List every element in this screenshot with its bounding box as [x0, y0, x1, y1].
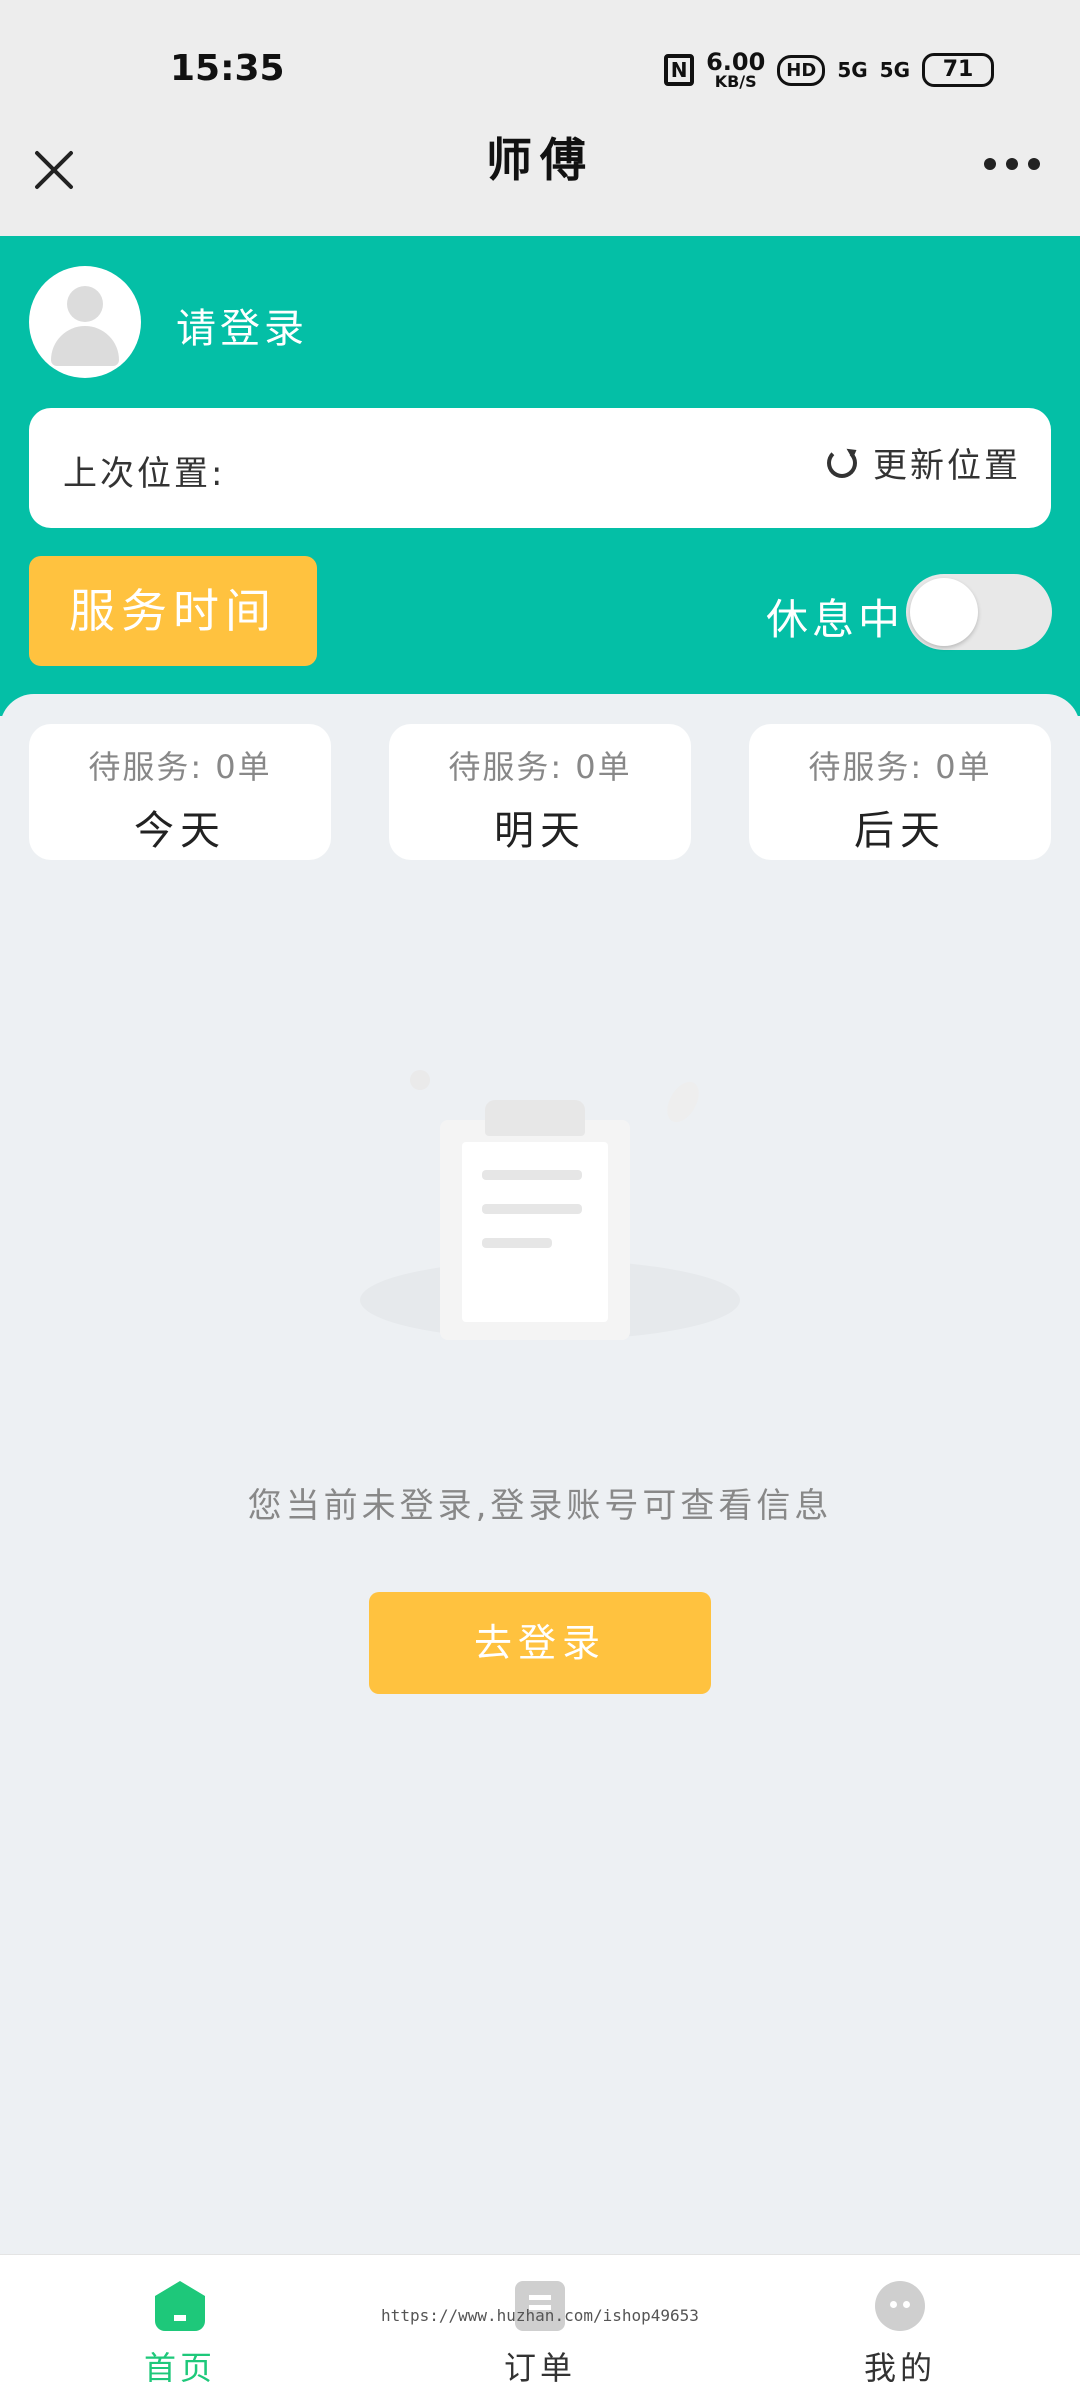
update-location-button[interactable]: 更新位置: [827, 438, 1021, 487]
avatar-body-icon: [51, 326, 119, 366]
watermark-text: https://www.huzhan.com/ishop49653: [381, 2306, 699, 2325]
pending-count: 待服务: 0单: [448, 748, 632, 786]
day-card-today[interactable]: 待服务: 0单 今天: [29, 724, 331, 860]
page-title: 师傅: [486, 133, 594, 187]
status-icons: N 6.00 KB/S HD 5G 5G 71: [664, 50, 994, 90]
leaf-decoration: [410, 1070, 430, 1090]
pending-count: 待服务: 0单: [808, 748, 992, 786]
day-card-tomorrow[interactable]: 待服务: 0单 明天: [389, 724, 691, 860]
paper-sheet: [462, 1142, 608, 1322]
network-speed-value: 6.00: [706, 48, 766, 76]
nav-label: 首页: [143, 2349, 216, 2387]
clipboard-clip-icon: [485, 1100, 585, 1136]
nfc-icon: N: [664, 54, 695, 86]
dot-icon: [1006, 158, 1018, 170]
day-label: 今天: [134, 808, 226, 854]
go-login-button[interactable]: 去登录: [369, 1592, 711, 1694]
rest-toggle[interactable]: [906, 574, 1052, 650]
nav-label: 订单: [503, 2349, 576, 2387]
empty-clipboard-illustration: [340, 1060, 760, 1360]
bottom-nav: 首页 订单 我的: [0, 2254, 1080, 2400]
refresh-icon: [827, 447, 857, 478]
more-options-button[interactable]: [984, 158, 1040, 174]
avatar-head-icon: [67, 286, 103, 322]
last-location-label: 上次位置:: [63, 454, 226, 494]
nav-label: 我的: [863, 2349, 936, 2387]
rest-status-label: 休息中: [766, 595, 905, 644]
signal-5g-icon: 5G: [837, 58, 868, 82]
top-bar: 15:35 N 6.00 KB/S HD 5G 5G 71 师傅: [0, 0, 1080, 236]
avatar[interactable]: [29, 266, 141, 378]
battery-icon: 71: [922, 53, 994, 87]
network-speed-unit: KB/S: [714, 72, 757, 91]
network-speed: 6.00 KB/S: [706, 50, 765, 90]
nav-item-profile[interactable]: 我的: [800, 2281, 1000, 2389]
dot-icon: [984, 158, 996, 170]
update-location-label: 更新位置: [873, 446, 1021, 486]
day-label: 后天: [854, 808, 946, 854]
nav-item-orders[interactable]: 订单: [440, 2281, 640, 2389]
day-label: 明天: [494, 808, 586, 854]
toggle-knob: [910, 578, 978, 646]
status-time: 15:35: [170, 48, 285, 89]
nav-item-home[interactable]: 首页: [80, 2281, 280, 2389]
pending-count: 待服务: 0单: [88, 748, 272, 786]
location-card: 上次位置: 更新位置: [29, 408, 1051, 528]
app-screen: 15:35 N 6.00 KB/S HD 5G 5G 71 师傅 请登录 上次位…: [0, 0, 1080, 2400]
dot-icon: [1028, 158, 1040, 170]
login-prompt-link[interactable]: 请登录: [176, 296, 308, 354]
signal-5g-icon-2: 5G: [879, 58, 910, 82]
day-card-day-after[interactable]: 待服务: 0单 后天: [749, 724, 1051, 860]
service-time-button[interactable]: 服务时间: [29, 556, 317, 666]
leaf-decoration: [660, 1076, 706, 1128]
content-area: [0, 694, 1080, 2254]
empty-state-message: 您当前未登录,登录账号可查看信息: [247, 1486, 833, 1526]
hd-icon: HD: [777, 54, 826, 86]
